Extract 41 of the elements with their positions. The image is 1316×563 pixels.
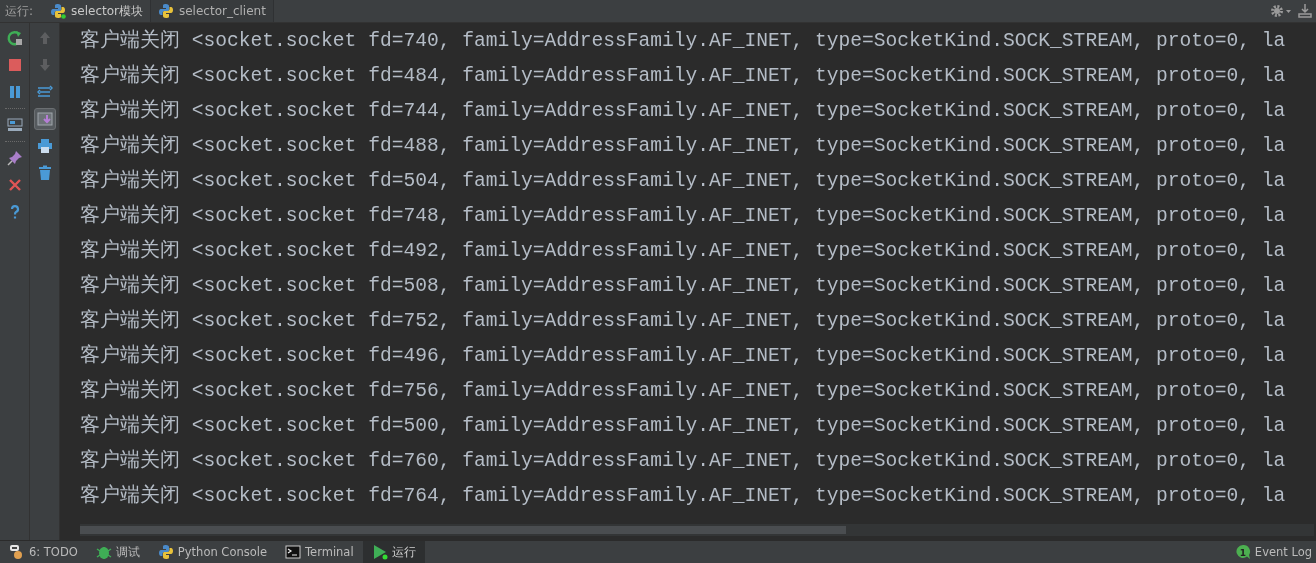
- wrap-icon[interactable]: [36, 84, 53, 100]
- layout-icon[interactable]: [6, 117, 23, 133]
- printer-icon[interactable]: [36, 138, 53, 154]
- bug-icon: [95, 544, 112, 560]
- stop-icon[interactable]: [6, 57, 23, 73]
- gear-icon[interactable]: [1270, 4, 1292, 18]
- tool-window-tab[interactable]: Python Console: [148, 541, 276, 563]
- horizontal-scrollbar[interactable]: [80, 524, 1314, 536]
- rerun-icon[interactable]: [6, 30, 23, 46]
- console-line: 客户端关闭 <socket.socket fd=500, family=AddressFamily.AF_INET, type=SocketKind.SOCK_STREAM, proto=0, la: [80, 413, 1287, 439]
- hide-icon[interactable]: [1298, 4, 1312, 18]
- event-count-icon: 1: [1234, 544, 1251, 560]
- trash-icon[interactable]: [36, 165, 53, 181]
- python-icon: [157, 544, 174, 560]
- console-line: 客户端关闭 <socket.socket fd=488, family=AddressFamily.AF_INET, type=SocketKind.SOCK_STREAM, proto=0, la: [80, 133, 1287, 159]
- console-line: 客户端关闭 <socket.socket fd=760, family=AddressFamily.AF_INET, type=SocketKind.SOCK_STREAM, proto=0, la: [80, 448, 1287, 474]
- tool-window-tab[interactable]: Terminal: [276, 541, 363, 563]
- pin-icon[interactable]: [6, 150, 23, 166]
- todo-icon: [9, 544, 25, 560]
- console-line: 客户端关闭 <socket.socket fd=496, family=AddressFamily.AF_INET, type=SocketKind.SOCK_STREAM, proto=0, la: [80, 343, 1287, 369]
- python-icon: [158, 3, 174, 19]
- console-line: 客户端关闭 <socket.socket fd=744, family=AddressFamily.AF_INET, type=SocketKind.SOCK_STREAM, proto=0, la: [80, 98, 1287, 124]
- console-line: 客户端关闭 <socket.socket fd=756, family=AddressFamily.AF_INET, type=SocketKind.SOCK_STREAM, proto=0, la: [80, 378, 1287, 404]
- tool-window-tab[interactable]: 调试: [86, 541, 149, 563]
- run-tab[interactable]: selector_client: [151, 0, 274, 22]
- console-line: 客户端关闭 <socket.socket fd=764, family=AddressFamily.AF_INET, type=SocketKind.SOCK_STREAM, proto=0, la: [80, 483, 1287, 509]
- console-line: 客户端关闭 <socket.socket fd=748, family=AddressFamily.AF_INET, type=SocketKind.SOCK_STREAM, proto=0, la: [80, 203, 1287, 229]
- close-icon[interactable]: [6, 177, 23, 193]
- console-line: 客户端关闭 <socket.socket fd=508, family=AddressFamily.AF_INET, type=SocketKind.SOCK_STREAM, proto=0, la: [80, 273, 1287, 299]
- terminal-icon: [285, 544, 301, 560]
- run-icon: [371, 544, 388, 560]
- console-line: 客户端关闭 <socket.socket fd=752, family=AddressFamily.AF_INET, type=SocketKind.SOCK_STREAM, proto=0, la: [80, 308, 1287, 334]
- python-icon: [50, 3, 67, 19]
- console-line: 客户端关闭 <socket.socket fd=484, family=AddressFamily.AF_INET, type=SocketKind.SOCK_STREAM, proto=0, la: [80, 63, 1287, 89]
- console-line: 客户端关闭 <socket.socket fd=492, family=AddressFamily.AF_INET, type=SocketKind.SOCK_STREAM, proto=0, la: [80, 238, 1287, 264]
- run-label: 运行:: [4, 2, 35, 20]
- tool-window-tab[interactable]: 运行: [362, 541, 425, 563]
- console-line: 客户端关闭 <socket.socket fd=504, family=AddressFamily.AF_INET, type=SocketKind.SOCK_STREAM, proto=0, la: [80, 168, 1287, 194]
- console-line: 客户端关闭 <socket.socket fd=740, family=AddressFamily.AF_INET, type=SocketKind.SOCK_STREAM, proto=0, la: [80, 28, 1287, 54]
- event-log-button[interactable]: 1 Event Log: [1226, 544, 1316, 560]
- tool-window-tab[interactable]: 6: TODO: [0, 541, 87, 563]
